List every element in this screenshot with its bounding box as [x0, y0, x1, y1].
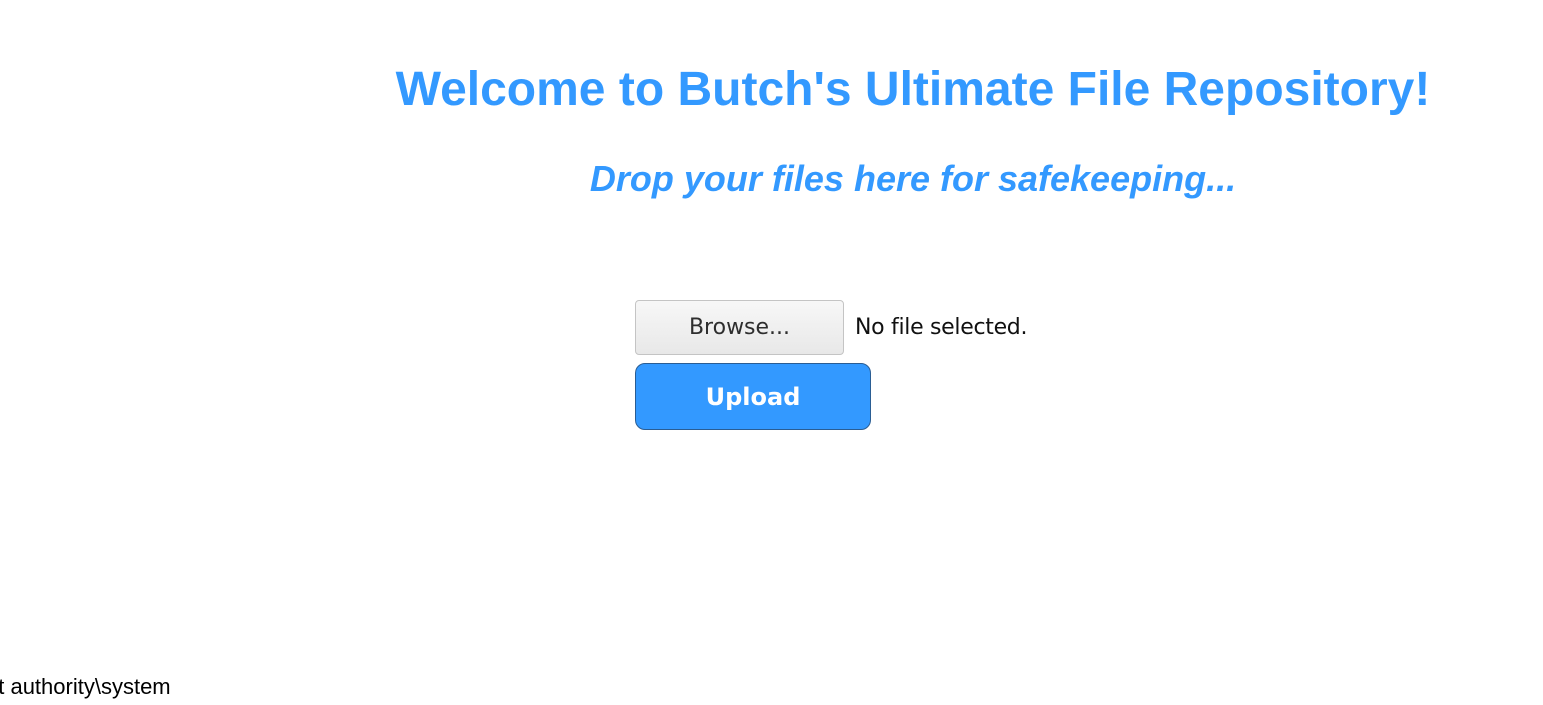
upload-form: Browse... No file selected. Upload: [635, 300, 1027, 430]
browse-button[interactable]: Browse...: [635, 300, 844, 355]
page-title: Welcome to Butch's Ultimate File Reposit…: [395, 63, 1431, 116]
command-output-text: nt authority\system: [0, 674, 171, 699]
file-status-label: No file selected.: [855, 315, 1028, 340]
page: Welcome to Butch's Ultimate File Reposit…: [0, 0, 1543, 705]
file-input[interactable]: Browse... No file selected.: [635, 300, 1027, 355]
upload-button[interactable]: Upload: [635, 363, 871, 430]
page-subtitle: Drop your files here for safekeeping...: [589, 158, 1237, 199]
